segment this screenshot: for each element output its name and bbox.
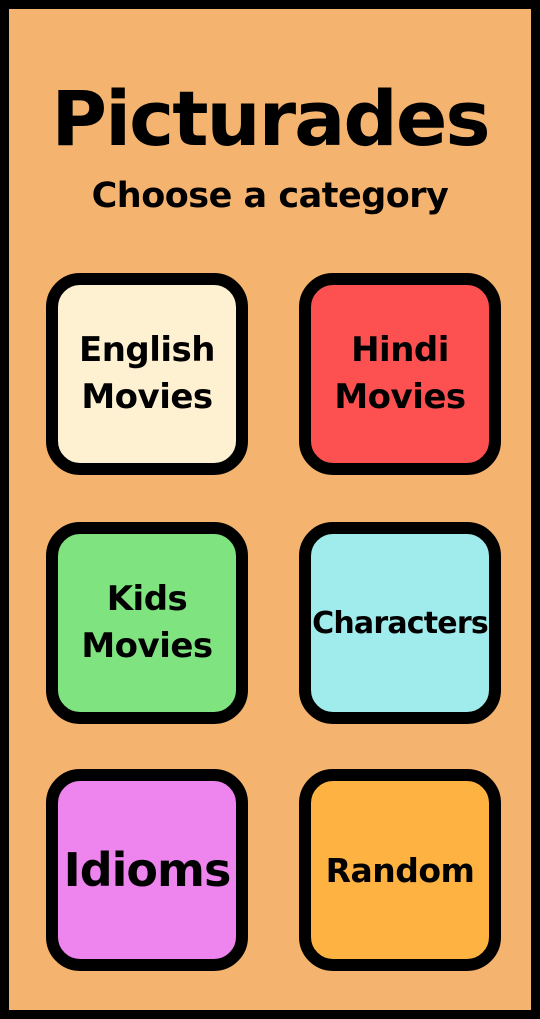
app-title: Picturades xyxy=(51,74,490,163)
category-characters-button[interactable]: Characters xyxy=(299,522,501,724)
category-label: Idioms xyxy=(63,842,232,897)
category-label: Characters xyxy=(312,605,489,641)
category-random-button[interactable]: Random xyxy=(299,769,501,971)
category-hindi-movies-button[interactable]: Hindi Movies xyxy=(299,273,501,475)
category-prompt: Choose a category xyxy=(91,176,449,216)
category-label: Kids Movies xyxy=(81,579,213,666)
category-english-movies-button[interactable]: English Movies xyxy=(46,273,248,475)
app-screen: Picturades Choose a category English Mov… xyxy=(0,0,540,1019)
category-idioms-button[interactable]: Idioms xyxy=(46,769,248,971)
category-label: Random xyxy=(325,850,475,890)
category-label: English Movies xyxy=(78,330,216,417)
category-kids-movies-button[interactable]: Kids Movies xyxy=(46,522,248,724)
category-label: Hindi Movies xyxy=(334,330,466,417)
